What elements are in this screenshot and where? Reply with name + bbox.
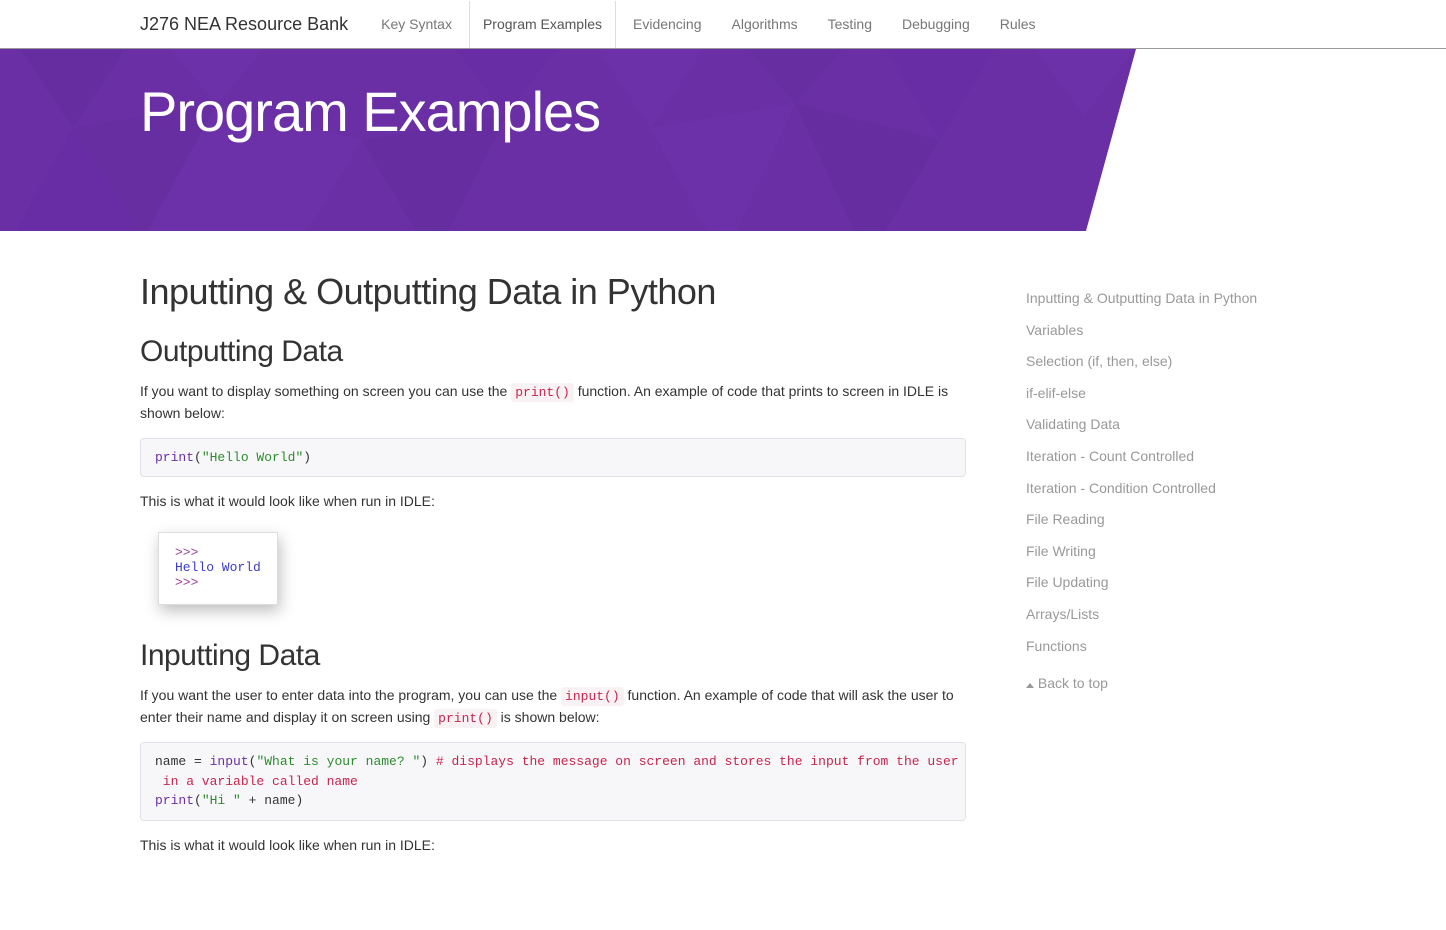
code-block-input: name = input ( "What is your name? ") # di… (140, 742, 966, 821)
toc-item[interactable]: Functions (1026, 637, 1306, 657)
text: If you want to display something on scre… (140, 383, 511, 399)
token: + name) (241, 793, 303, 808)
token-cmt: in a variable called name (155, 774, 358, 789)
nav-item-key-syntax[interactable]: Key Syntax (368, 1, 465, 47)
text: If you want the user to enter data into … (140, 687, 561, 703)
token-fn: print (155, 793, 194, 808)
idle-prompt: >>> (175, 545, 261, 560)
toc-item[interactable]: Arrays/Lists (1026, 605, 1306, 625)
token: ) (303, 450, 311, 465)
hero-title: Program Examples (0, 49, 1446, 144)
nav-item-evidencing[interactable]: Evidencing (620, 1, 715, 47)
code-block-print: print("Hello World") (140, 438, 966, 478)
sidebar-nav: Inputting & Outputting Data in Python Va… (1026, 271, 1306, 870)
token-cmt: # displays the message on screen and sto… (436, 754, 959, 769)
nav-item-rules[interactable]: Rules (987, 1, 1049, 47)
code-inline-input: input() (561, 687, 624, 706)
hero-banner: Program Examples (0, 49, 1446, 231)
text: is shown below: (497, 709, 600, 725)
toc-item[interactable]: Selection (if, then, else) (1026, 352, 1306, 372)
toc-item[interactable]: Iteration - Condition Controlled (1026, 479, 1306, 499)
code-inline-print: print() (511, 383, 574, 402)
token: ( (194, 450, 202, 465)
nav-brand[interactable]: J276 NEA Resource Bank (140, 14, 348, 35)
idle-output-line: Hello World (175, 560, 261, 575)
nav-item-algorithms[interactable]: Algorithms (719, 1, 811, 47)
token-fn: input (210, 754, 249, 769)
toc-item[interactable]: Validating Data (1026, 415, 1306, 435)
toc-item[interactable]: Inputting & Outputting Data in Python (1026, 289, 1306, 309)
idle-prompt: >>> (175, 575, 261, 590)
toc-item[interactable]: File Reading (1026, 510, 1306, 530)
token-fn: print (155, 450, 194, 465)
out-para-2: This is what it would look like when run… (140, 491, 966, 512)
nav-item-testing[interactable]: Testing (815, 1, 885, 47)
idle-output-1: >>> Hello World >>> (158, 532, 278, 605)
back-to-top-label: Back to top (1038, 675, 1108, 691)
section-outputting-h2: Outputting Data (140, 335, 966, 369)
in-para-1: If you want the user to enter data into … (140, 685, 966, 728)
out-para-1: If you want to display something on scre… (140, 381, 966, 424)
token-str: "Hello World" (202, 450, 303, 465)
toc-item[interactable]: if-elif-else (1026, 384, 1306, 404)
code-inline-print2: print() (434, 709, 497, 728)
toc-item[interactable]: File Writing (1026, 542, 1306, 562)
token: ( (194, 793, 202, 808)
token-str: "Hi " (202, 793, 241, 808)
nav-item-program-examples[interactable]: Program Examples (469, 1, 616, 48)
nav-item-debugging[interactable]: Debugging (889, 1, 983, 47)
page-container: Inputting & Outputting Data in Python Ou… (0, 231, 1446, 930)
caret-up-icon (1026, 683, 1034, 688)
top-nav: J276 NEA Resource Bank Key Syntax Progra… (0, 0, 1446, 49)
page-h1: Inputting & Outputting Data in Python (140, 271, 966, 313)
token: ) (420, 754, 436, 769)
toc-item[interactable]: Iteration - Count Controlled (1026, 447, 1306, 467)
main-content: Inputting & Outputting Data in Python Ou… (140, 271, 966, 870)
back-to-top[interactable]: Back to top (1026, 674, 1306, 694)
in-para-2: This is what it would look like when run… (140, 835, 966, 856)
section-inputting-h2: Inputting Data (140, 639, 966, 673)
toc-item[interactable]: File Updating (1026, 573, 1306, 593)
token: name = (155, 754, 210, 769)
toc-item[interactable]: Variables (1026, 321, 1306, 341)
token-str: "What is your name? " (256, 754, 420, 769)
